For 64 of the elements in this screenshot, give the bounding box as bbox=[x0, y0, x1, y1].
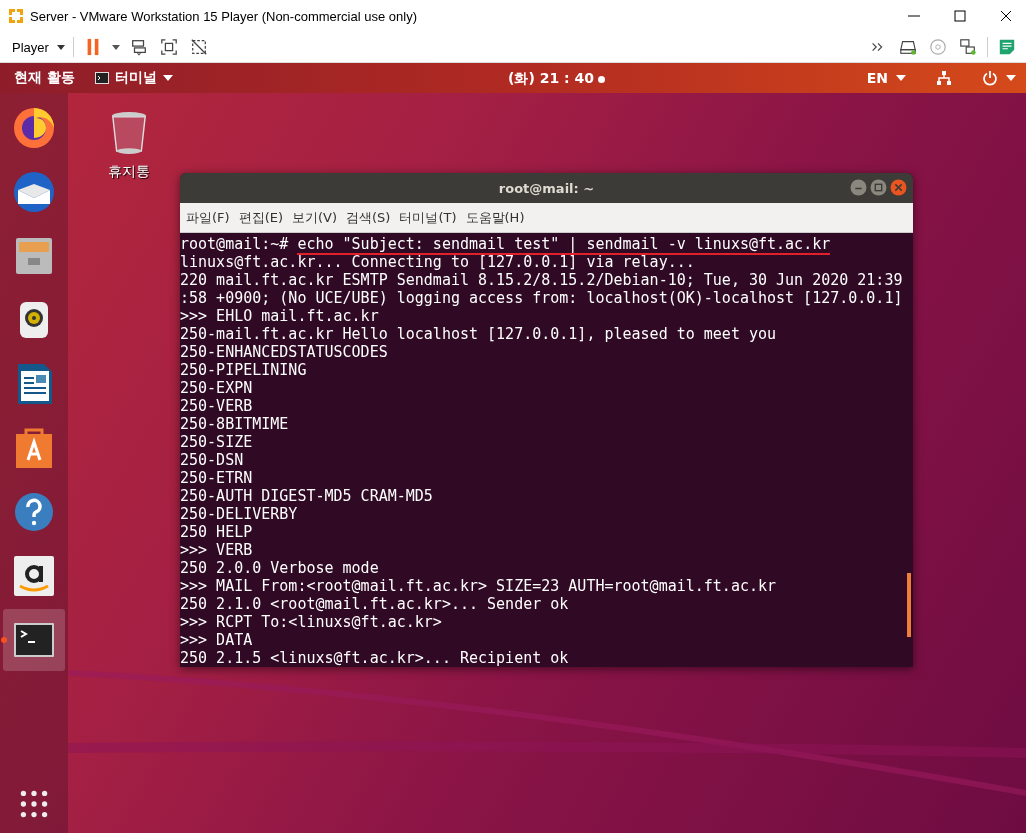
fullscreen-icon[interactable] bbox=[159, 38, 178, 56]
terminal-line: 250-DELIVERBY bbox=[180, 505, 299, 523]
activities-button[interactable]: 현재 활동 bbox=[14, 69, 75, 87]
player-menu[interactable]: Player bbox=[12, 39, 49, 55]
shell-command: echo "Subject: sendmail test" | sendmail -v linuxs@ft.ac.kr bbox=[297, 235, 831, 255]
notification-dot-icon bbox=[598, 75, 605, 83]
scrollbar-thumb[interactable] bbox=[907, 573, 911, 637]
window-title: root@mail: ~ bbox=[498, 180, 595, 196]
terminal-line: 220 mail.ft.ac.kr ESMTP Sendmail 8.15.2/8.15.2/Debian-10; Tue, 30 Jun 2020 21:39 bbox=[180, 271, 904, 289]
letter-a-icon[interactable] bbox=[12, 554, 56, 598]
menu-item[interactable]: 도움말(H) bbox=[465, 208, 525, 227]
caret-icon[interactable] bbox=[111, 44, 120, 50]
terminal-line: 250-ENHANCEDSTATUSCODES bbox=[180, 343, 389, 361]
browser-icon[interactable] bbox=[12, 106, 56, 150]
hard-disk-icon[interactable] bbox=[899, 38, 917, 56]
terminal-line: 250-ETRN bbox=[180, 469, 254, 487]
terminal-line: 250 HELP bbox=[180, 523, 254, 541]
window-title: Server - VMware Workstation 15 Player (Non-commercial use only) bbox=[30, 8, 417, 24]
terminal-line: 250 2.1.0 <root@mail.ft.ac.kr>... Sender ok bbox=[180, 595, 570, 613]
note-icon[interactable] bbox=[998, 38, 1016, 56]
send-keys-icon[interactable] bbox=[129, 38, 148, 56]
shell-prompt: root@mail:~# bbox=[180, 235, 290, 253]
terminal-line: 250-SIZE bbox=[180, 433, 254, 451]
apps-grid-icon[interactable] bbox=[19, 789, 49, 819]
terminal-line: 250 2.1.5 <linuxs@ft.ac.kr>... Recipient ok bbox=[180, 649, 570, 667]
menu-item[interactable]: 보기(V) bbox=[292, 208, 338, 227]
terminal-line: 250 2.0.0 Verbose mode bbox=[180, 559, 380, 577]
terminal-line: 250-DSN bbox=[180, 451, 245, 469]
terminal-line: 250-PIPELINING bbox=[180, 361, 308, 379]
maximize-icon[interactable] bbox=[954, 10, 966, 22]
power-icon[interactable] bbox=[982, 70, 998, 86]
terminal-line: >>> DATA bbox=[180, 631, 254, 649]
trash-label[interactable]: 휴지통 bbox=[108, 163, 150, 181]
terminal-line: 250-AUTH DIGEST-MD5 CRAM-MD5 bbox=[180, 487, 434, 505]
input-method-menu[interactable]: EN bbox=[866, 70, 888, 86]
close-icon[interactable] bbox=[1000, 10, 1012, 22]
menu-item[interactable]: 검색(S) bbox=[346, 208, 391, 227]
terminal-line: >>> RCPT To:<linuxs@ft.ac.kr> bbox=[180, 613, 443, 631]
terminal-line: >>> MAIL From:<root@mail.ft.ac.kr> SIZE=23 AUTH=root@mail.ft.ac.kr bbox=[180, 577, 778, 595]
terminal-icon bbox=[94, 72, 109, 84]
help-icon[interactable] bbox=[12, 490, 56, 534]
unity-icon[interactable] bbox=[189, 38, 208, 56]
menu-item[interactable]: 파일(F) bbox=[186, 208, 230, 227]
mail-bird-icon[interactable] bbox=[12, 170, 56, 214]
menu-item[interactable]: 터미널(T) bbox=[399, 208, 457, 227]
menu-item[interactable]: 편집(E) bbox=[238, 208, 283, 227]
terminal-line: :58 +0900; (No UCE/UBE) logging access from: localhost(OK)-localhost [127.0.0.1] bbox=[180, 289, 904, 307]
terminal-line: 250-8BITMIME bbox=[180, 415, 290, 433]
terminal-line: 250-mail.ft.ac.kr Hello localhost [127.0.0.1], pleased to meet you bbox=[180, 325, 778, 343]
minimize-icon[interactable] bbox=[850, 179, 867, 196]
caret-icon bbox=[162, 75, 173, 81]
terminal-line: 250-EXPN bbox=[180, 379, 254, 397]
clock[interactable]: (화) 21 : 40 bbox=[508, 70, 594, 88]
network-icon[interactable] bbox=[936, 70, 952, 86]
trash-icon[interactable] bbox=[110, 111, 148, 155]
terminal-line: linuxs@ft.ac.kr... Connecting to [127.0.0.1] via relay... bbox=[180, 253, 696, 271]
vmware-logo-icon bbox=[8, 8, 24, 24]
caret-icon[interactable] bbox=[56, 44, 65, 50]
terminal-line: >>> EHLO mail.ft.ac.kr bbox=[180, 307, 380, 325]
dock-highlight[interactable] bbox=[3, 609, 65, 671]
terminal-line: 250-VERB bbox=[180, 397, 254, 415]
app-menu[interactable]: 터미널 bbox=[94, 69, 173, 87]
terminal-line: >>> VERB bbox=[180, 541, 254, 559]
network-icon[interactable] bbox=[959, 38, 977, 56]
